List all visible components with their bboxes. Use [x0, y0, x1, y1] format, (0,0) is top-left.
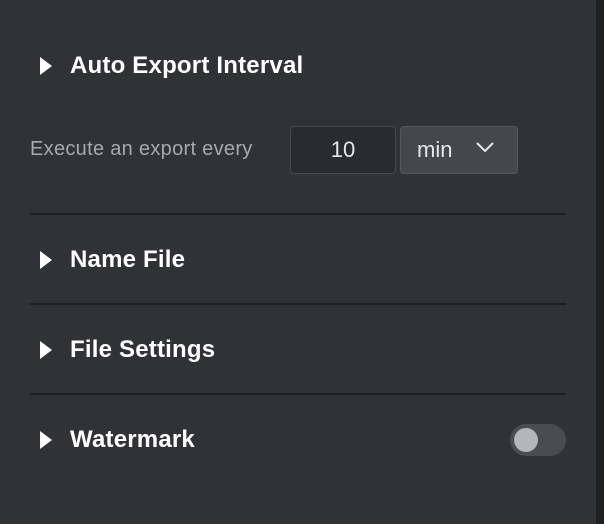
section-title: File Settings: [70, 336, 216, 363]
watermark-toggle[interactable]: [510, 424, 566, 456]
section-title: Name File: [70, 246, 186, 273]
section-header-auto-export-interval[interactable]: Auto Export Interval: [30, 46, 566, 86]
section-header-file-settings[interactable]: File Settings: [30, 330, 566, 370]
chevron-down-icon: [476, 142, 494, 153]
interval-value-input[interactable]: [290, 126, 396, 174]
section-title: Watermark: [70, 426, 195, 453]
export-interval-label: Execute an export every: [30, 138, 253, 160]
section-header-name-file[interactable]: Name File: [30, 240, 566, 280]
section-title: Auto Export Interval: [70, 52, 304, 79]
caret-right-icon: [40, 341, 52, 359]
divider: [30, 213, 566, 215]
background-window-edge: [596, 0, 604, 524]
interval-unit-value: min: [417, 137, 453, 162]
interval-unit-select[interactable]: min: [400, 126, 518, 174]
divider: [30, 393, 566, 395]
section-header-watermark[interactable]: Watermark: [30, 420, 490, 460]
caret-right-icon: [40, 57, 52, 75]
toggle-knob: [514, 428, 538, 452]
divider: [30, 303, 566, 305]
caret-right-icon: [40, 251, 52, 269]
caret-right-icon: [40, 431, 52, 449]
settings-panel: Auto Export Interval Execute an export e…: [0, 0, 596, 524]
